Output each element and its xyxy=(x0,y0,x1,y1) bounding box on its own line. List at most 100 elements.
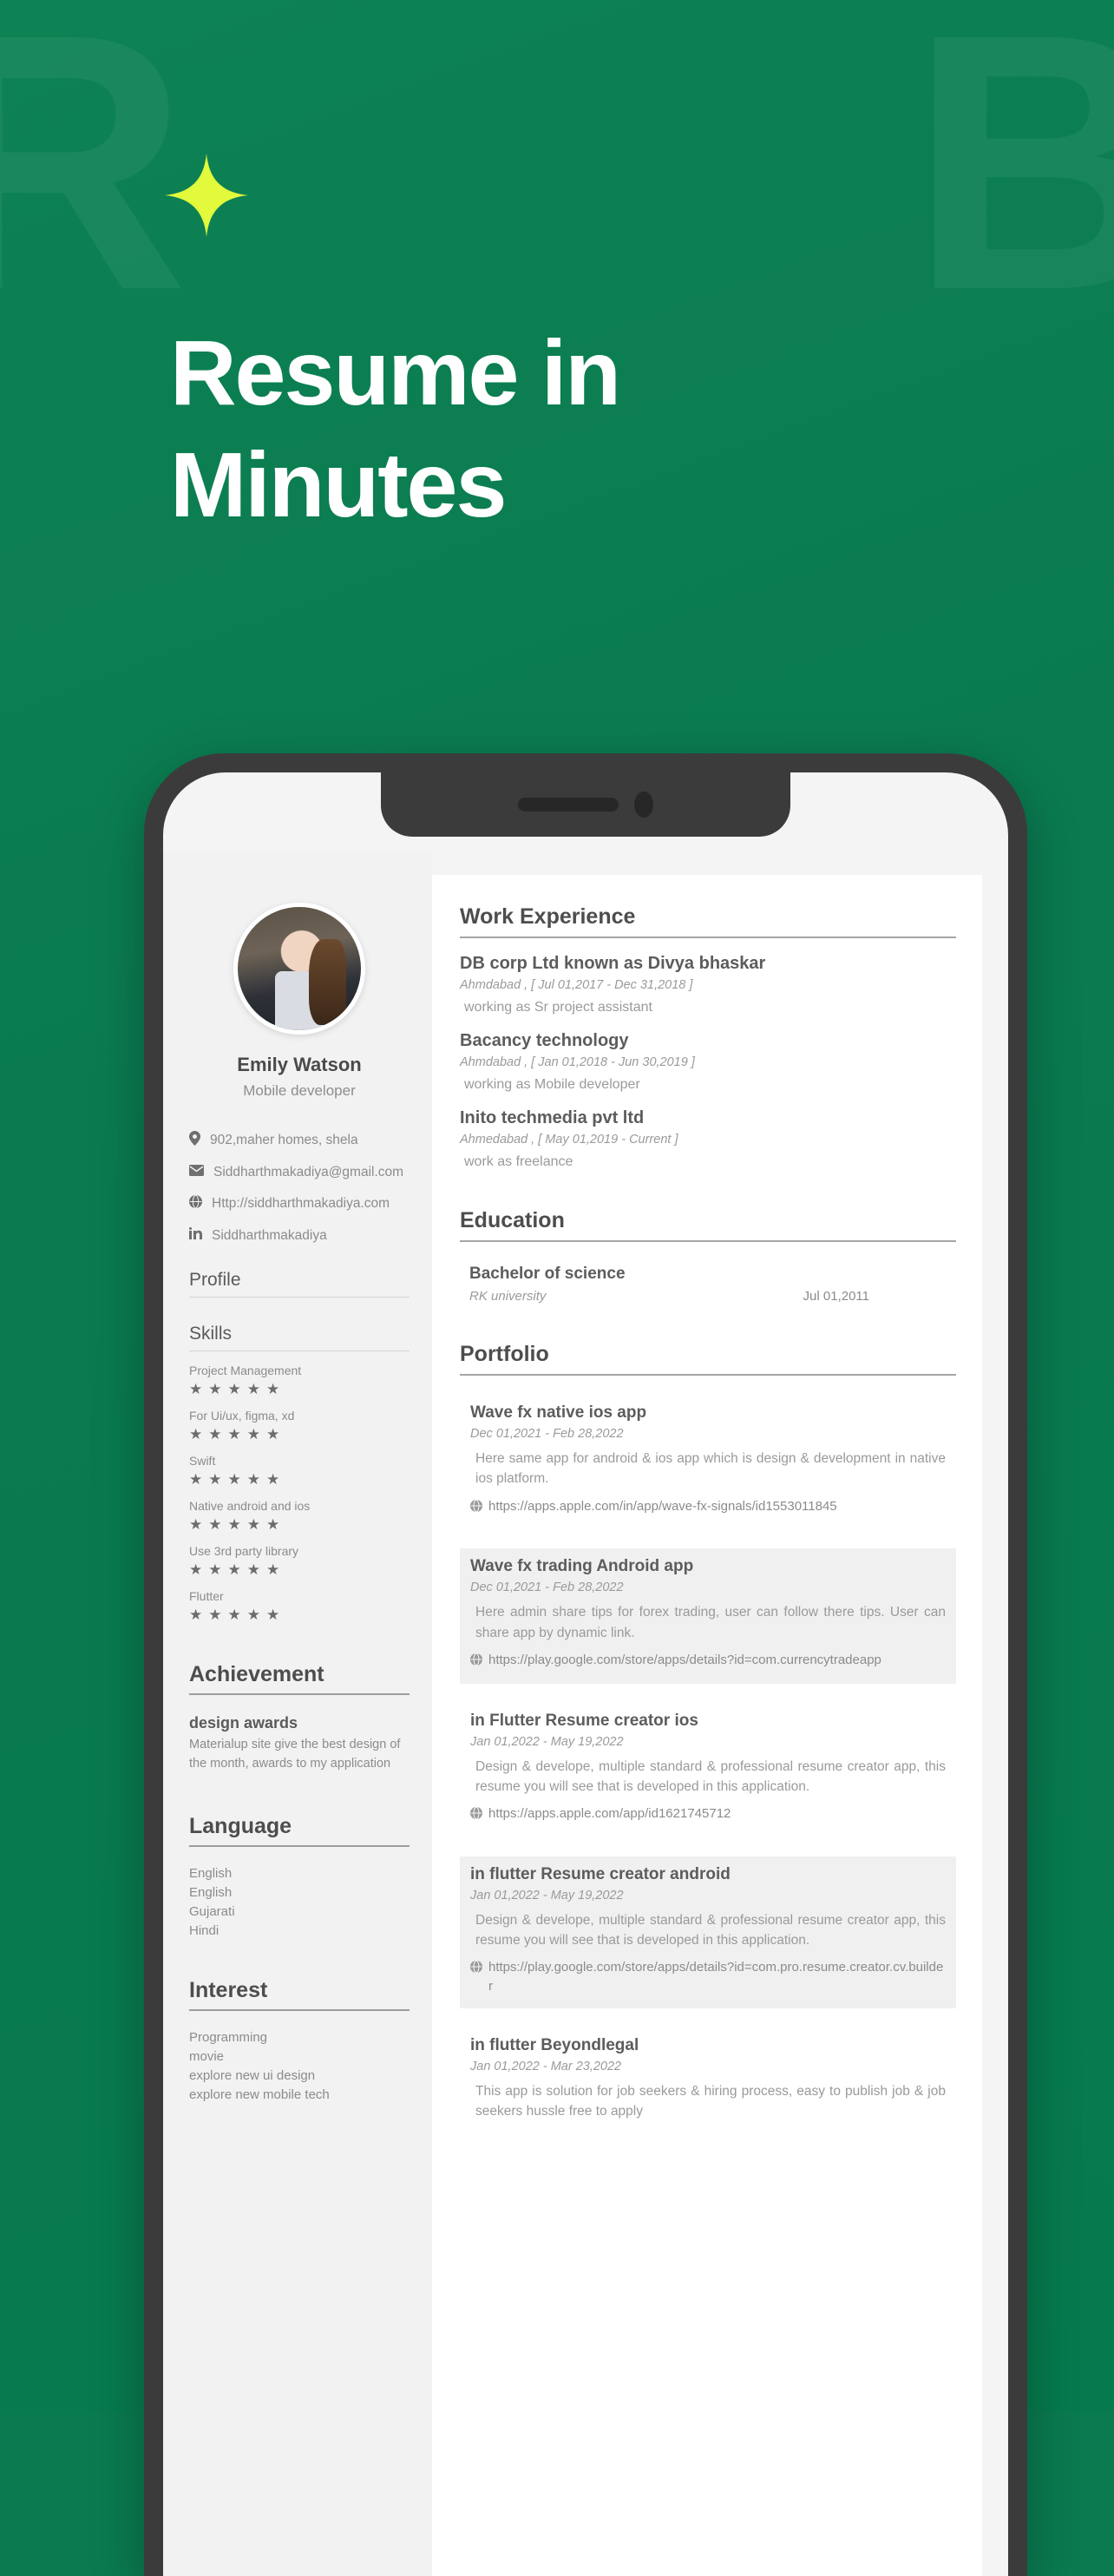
skill-item: Project Management ★ ★ ★ ★ ★ xyxy=(189,1364,410,1396)
skill-label: For Ui/ux, figma, xd xyxy=(189,1409,295,1423)
skill-label: Project Management xyxy=(189,1364,302,1377)
star-icon: ★ xyxy=(227,1561,241,1578)
star-icon: ★ xyxy=(208,1607,222,1623)
job-meta: Ahmedabad , [ May 01,2019 - Current ] xyxy=(460,1133,678,1147)
skill-label: Flutter xyxy=(189,1589,224,1603)
skill-rating: ★ ★ ★ ★ ★ xyxy=(189,1382,410,1396)
headline-line-2: Minutes xyxy=(170,434,507,537)
star-icon: ★ xyxy=(189,1607,203,1623)
phone-mockup: Emily Watson Mobile developer 902,maher … xyxy=(144,753,1027,2576)
skill-label: Use 3rd party library xyxy=(189,1544,299,1558)
globe-icon xyxy=(470,1958,482,1979)
skill-rating: ★ ★ ★ ★ ★ xyxy=(189,1517,410,1532)
job-description: working as Sr project assistant xyxy=(464,1000,652,1015)
portfolio-description: Design & develope, multiple standard & p… xyxy=(475,1758,946,1794)
star-icon: ★ xyxy=(246,1607,260,1623)
star-icon: ★ xyxy=(246,1516,260,1533)
star-icon: ★ xyxy=(266,1516,280,1533)
portfolio-title: in Flutter Resume creator ios xyxy=(470,1711,698,1730)
location-pin-icon xyxy=(189,1131,200,1150)
skill-item: Flutter ★ ★ ★ ★ ★ xyxy=(189,1589,410,1622)
work-experience-item: Inito techmedia pvt ltd Ahmedabad , [ Ma… xyxy=(460,1108,956,1170)
contact-email-text: Siddharthmakadiya@gmail.com xyxy=(213,1165,404,1180)
star-icon: ★ xyxy=(227,1607,241,1623)
brand-watermark-left-icon: R xyxy=(0,0,188,366)
achievement-title: design awards xyxy=(189,1714,298,1732)
portfolio-description: Here admin share tips for forex trading,… xyxy=(475,1605,946,1640)
education-school: RK university xyxy=(469,1289,547,1304)
star-icon: ★ xyxy=(266,1381,280,1397)
avatar xyxy=(233,903,365,1035)
contact-email[interactable]: Siddharthmakadiya@gmail.com xyxy=(189,1165,410,1180)
headline-line-1: Resume in xyxy=(170,322,621,424)
skill-item: Use 3rd party library ★ ★ ★ ★ ★ xyxy=(189,1544,410,1577)
portfolio-description: Here same app for android & ios app whic… xyxy=(475,1451,946,1487)
phone-screen: Emily Watson Mobile developer 902,maher … xyxy=(163,772,1008,2576)
star-icon: ★ xyxy=(266,1561,280,1578)
list-item: Programming xyxy=(189,2029,268,2045)
portfolio-link[interactable]: https://play.google.com/store/apps/detai… xyxy=(470,1958,946,1996)
section-heading-achievement: Achievement xyxy=(189,1662,410,1695)
job-description: working as Mobile developer xyxy=(464,1077,640,1092)
education-date: Jul 01,2011 xyxy=(803,1289,869,1304)
star-icon: ★ xyxy=(266,1471,280,1488)
star-icon: ★ xyxy=(189,1381,203,1397)
contact-website[interactable]: Http://siddharthmakadiya.com xyxy=(189,1194,410,1212)
globe-icon xyxy=(470,1804,482,1825)
page-title: Resume in Minutes xyxy=(170,318,621,542)
star-icon: ★ xyxy=(246,1381,260,1397)
skill-item: Swift ★ ★ ★ ★ ★ xyxy=(189,1454,410,1487)
skill-rating: ★ ★ ★ ★ ★ xyxy=(189,1427,410,1442)
skills-list: Project Management ★ ★ ★ ★ ★ For Ui/ux, figm… xyxy=(189,1364,410,1622)
list-item: movie xyxy=(189,2048,225,2064)
skill-item: Native android and ios ★ ★ ★ ★ ★ xyxy=(189,1499,410,1532)
contact-linkedin[interactable]: Siddharthmakadiya xyxy=(189,1227,410,1244)
skill-item: For Ui/ux, figma, xd ★ ★ ★ ★ ★ xyxy=(189,1409,410,1442)
skill-rating: ★ ★ ★ ★ ★ xyxy=(189,1472,410,1487)
section-heading-language: Language xyxy=(189,1814,410,1847)
star-icon: ★ xyxy=(208,1381,222,1397)
portfolio-item: in flutter Beyondlegal Jan 01,2022 - Mar… xyxy=(460,2027,956,2134)
star-icon: ★ xyxy=(189,1426,203,1442)
star-icon: ★ xyxy=(189,1516,203,1533)
contact-list: 902,maher homes, shela Siddharthmakadiya… xyxy=(189,1131,410,1244)
contact-address-text: 902,maher homes, shela xyxy=(210,1133,358,1147)
education-item: Bachelor of science RK university Jul 01… xyxy=(460,1265,956,1304)
language-list: English English Gujarati Hindi xyxy=(189,1866,410,1938)
section-heading-education: Education xyxy=(460,1208,956,1242)
portfolio-title: in flutter Resume creator android xyxy=(470,1864,731,1883)
star-icon: ★ xyxy=(208,1516,222,1533)
star-icon: ★ xyxy=(246,1426,260,1442)
portfolio-link-text: https://apps.apple.com/in/app/wave-fx-si… xyxy=(488,1498,837,1514)
education-degree: Bachelor of science xyxy=(469,1265,626,1283)
list-item: Gujarati xyxy=(189,1903,235,1919)
work-experience-item: DB corp Ltd known as Divya bhaskar Ahmda… xyxy=(460,954,956,1015)
job-description: work as freelance xyxy=(464,1154,573,1169)
portfolio-link[interactable]: https://apps.apple.com/in/app/wave-fx-si… xyxy=(470,1497,946,1518)
portfolio-date: Jan 01,2022 - May 19,2022 xyxy=(470,1734,624,1749)
linkedin-icon xyxy=(189,1227,202,1244)
portfolio-link[interactable]: https://apps.apple.com/app/id1621745712 xyxy=(470,1804,946,1825)
skill-rating: ★ ★ ★ ★ ★ xyxy=(189,1562,410,1577)
star-icon: ★ xyxy=(227,1516,241,1533)
portfolio-item: Wave fx trading Android app Dec 01,2021 … xyxy=(460,1548,956,1684)
education-meta-row: RK university Jul 01,2011 xyxy=(469,1289,956,1304)
portfolio-link[interactable]: https://play.google.com/store/apps/detai… xyxy=(470,1651,946,1672)
resume-preview[interactable]: Emily Watson Mobile developer 902,maher … xyxy=(163,851,1008,2576)
contact-address[interactable]: 902,maher homes, shela xyxy=(189,1131,410,1150)
front-camera-icon xyxy=(634,792,653,818)
list-item: explore new mobile tech xyxy=(189,2086,330,2102)
job-meta: Ahmdabad , [ Jan 01,2018 - Jun 30,2019 ] xyxy=(460,1055,695,1069)
star-icon: ★ xyxy=(246,1561,260,1578)
portfolio-link-text: https://play.google.com/store/apps/detai… xyxy=(488,1960,944,1994)
globe-icon xyxy=(470,1651,482,1672)
portfolio-link-text: https://play.google.com/store/apps/detai… xyxy=(488,1652,881,1667)
resume-main-column: Work Experience DB corp Ltd known as Div… xyxy=(432,875,982,2576)
globe-icon xyxy=(470,1497,482,1518)
star-icon: ★ xyxy=(208,1471,222,1488)
globe-icon xyxy=(189,1194,202,1212)
skill-label: Native android and ios xyxy=(189,1499,311,1513)
work-experience-item: Bacancy technology Ahmdabad , [ Jan 01,2… xyxy=(460,1031,956,1093)
portfolio-date: Jan 01,2022 - Mar 23,2022 xyxy=(470,2059,622,2073)
star-icon: ★ xyxy=(246,1471,260,1488)
